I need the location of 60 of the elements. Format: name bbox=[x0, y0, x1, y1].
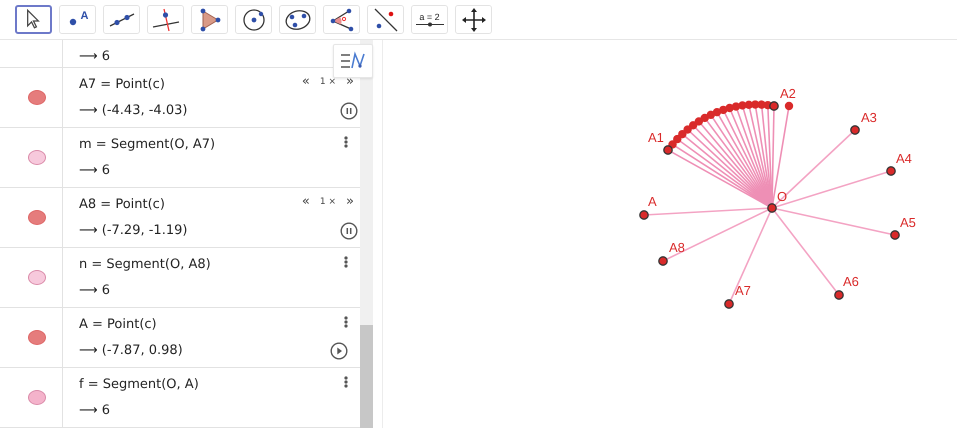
point-label: A bbox=[648, 194, 657, 209]
faster-button[interactable]: » bbox=[342, 74, 358, 89]
more-options-icon[interactable] bbox=[344, 376, 348, 388]
definition-text: f = Segment(O, A) bbox=[79, 377, 199, 392]
point-label: A8 bbox=[669, 240, 685, 255]
definition-text: A8 = Point(c) bbox=[79, 197, 165, 212]
more-options-icon[interactable] bbox=[344, 316, 348, 328]
point-marker[interactable] bbox=[639, 210, 649, 220]
speed-button[interactable]: 1 × bbox=[316, 74, 340, 89]
point-marker[interactable] bbox=[890, 230, 900, 240]
point-label: A4 bbox=[896, 151, 912, 166]
tool-button[interactable] bbox=[15, 5, 52, 34]
slower-button[interactable]: « bbox=[298, 74, 314, 89]
visibility-toggle[interactable] bbox=[28, 150, 46, 165]
style-bar-toggle[interactable] bbox=[333, 44, 373, 78]
point-marker[interactable] bbox=[767, 203, 777, 213]
scrollbar-thumb[interactable] bbox=[360, 325, 373, 428]
point-label: A5 bbox=[900, 215, 916, 230]
style-bar-icon bbox=[339, 51, 367, 71]
play-icon[interactable] bbox=[330, 342, 348, 360]
point-marker[interactable] bbox=[724, 299, 734, 309]
definition-text: n = Segment(O, A8) bbox=[79, 257, 211, 272]
definition-text: A = Point(c) bbox=[79, 317, 157, 332]
tool-button[interactable]: a = 2 bbox=[411, 5, 448, 34]
point-label: A7 bbox=[735, 283, 751, 298]
point-label: A3 bbox=[861, 110, 877, 125]
point-label: A1 bbox=[648, 130, 664, 145]
point-marker[interactable] bbox=[886, 166, 896, 176]
speed-button[interactable]: 1 × bbox=[316, 194, 340, 209]
definition-text: A7 = Point(c) bbox=[79, 77, 165, 92]
visibility-toggle[interactable] bbox=[28, 270, 46, 285]
faster-button[interactable]: » bbox=[342, 194, 358, 209]
value-text: ⟶ 6 bbox=[79, 402, 110, 418]
more-options-icon[interactable] bbox=[344, 256, 348, 268]
point-marker[interactable] bbox=[769, 101, 779, 111]
definition-text: m = Segment(O, A7) bbox=[79, 137, 216, 152]
point-marker[interactable] bbox=[834, 290, 844, 300]
pause-icon[interactable] bbox=[340, 222, 358, 240]
point-marker[interactable] bbox=[658, 256, 668, 266]
value-text: ⟶ 6 bbox=[79, 48, 110, 64]
point-label: A6 bbox=[843, 274, 859, 289]
point-marker[interactable] bbox=[663, 145, 673, 155]
visibility-toggle[interactable] bbox=[28, 90, 46, 105]
pause-icon[interactable] bbox=[340, 102, 358, 120]
value-text: ⟶ (-4.43, -4.03) bbox=[79, 102, 188, 118]
slider-track-icon bbox=[414, 22, 444, 27]
value-text: ⟶ (-7.87, 0.98) bbox=[79, 342, 183, 358]
scrollbar-track[interactable] bbox=[360, 40, 373, 428]
visibility-toggle[interactable] bbox=[28, 210, 46, 225]
visibility-toggle[interactable] bbox=[28, 390, 46, 405]
more-options-icon[interactable] bbox=[344, 136, 348, 148]
slower-button[interactable]: « bbox=[298, 194, 314, 209]
value-text: ⟶ 6 bbox=[79, 282, 110, 298]
visibility-toggle[interactable] bbox=[28, 330, 46, 345]
point-label: O bbox=[777, 189, 788, 204]
point-marker[interactable] bbox=[850, 125, 860, 135]
value-text: ⟶ 6 bbox=[79, 162, 110, 178]
value-text: ⟶ (-7.29, -1.19) bbox=[79, 222, 188, 238]
point-label: A2 bbox=[780, 86, 796, 101]
tool-button[interactable]: A bbox=[59, 5, 96, 34]
